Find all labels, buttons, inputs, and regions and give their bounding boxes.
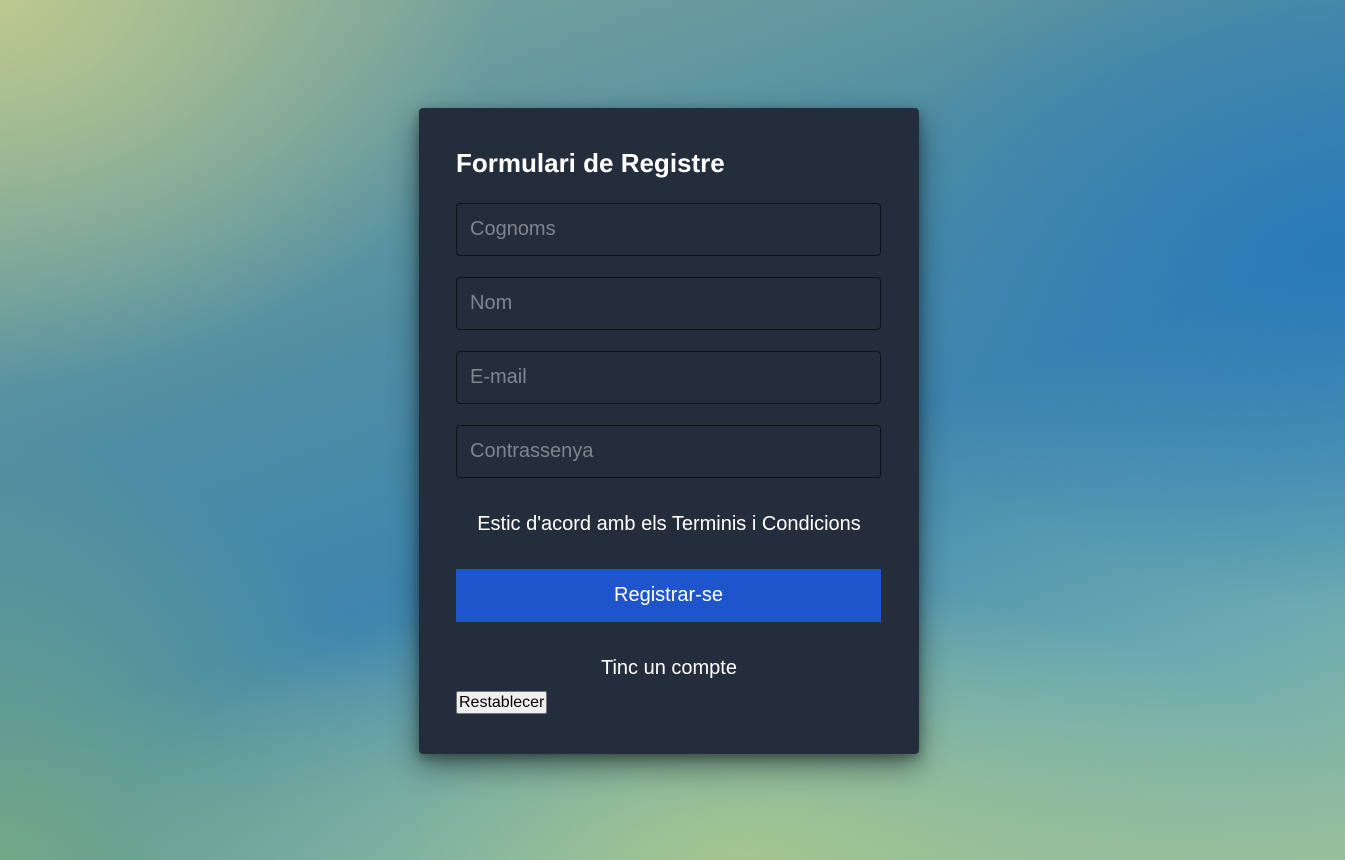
terms-agreement[interactable]: Estic d'acord amb els Terminis i Condici… bbox=[456, 506, 882, 542]
register-button[interactable]: Registrar-se bbox=[456, 569, 881, 622]
form-title: Formulari de Registre bbox=[456, 148, 725, 178]
reset-button[interactable]: Restablecer bbox=[456, 691, 548, 714]
name-input[interactable] bbox=[456, 277, 881, 330]
registration-form-card: Formulari de Registre Estic d'acord amb … bbox=[419, 108, 919, 754]
have-account-link[interactable]: Tinc un compte bbox=[456, 648, 882, 688]
surname-input[interactable] bbox=[456, 203, 881, 256]
password-input[interactable] bbox=[456, 425, 881, 478]
email-input[interactable] bbox=[456, 351, 881, 404]
